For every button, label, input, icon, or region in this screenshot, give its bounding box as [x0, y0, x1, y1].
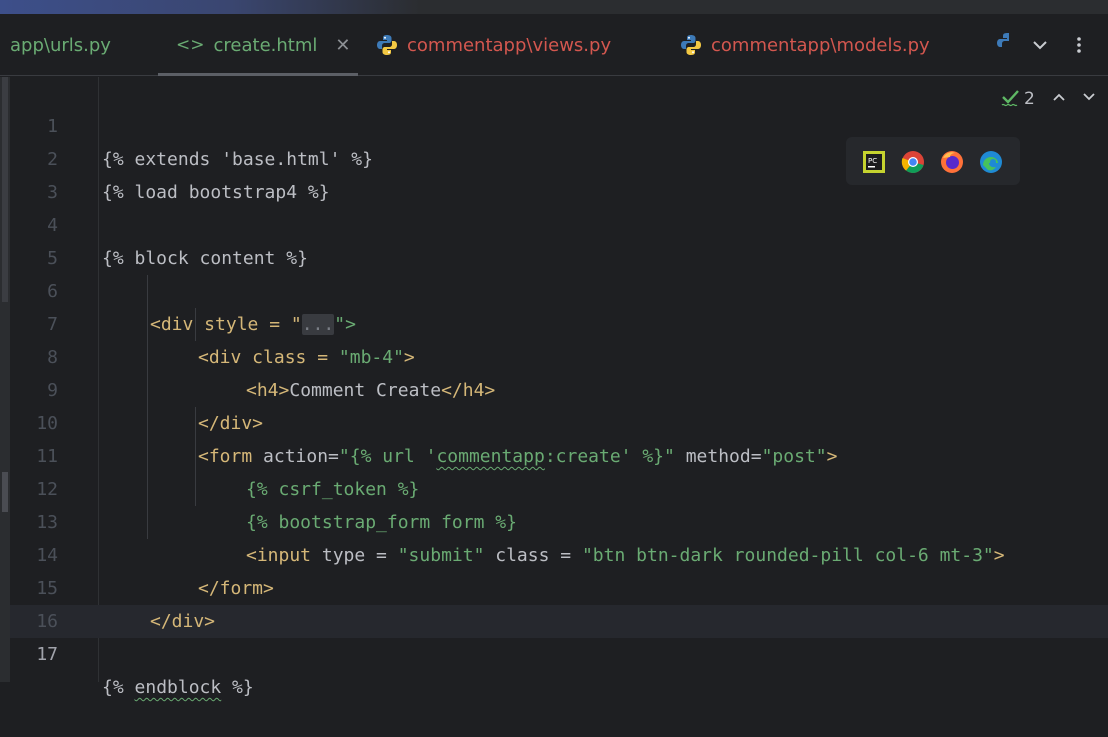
tab-label: commentapp\models.py: [711, 34, 930, 56]
code-line-10: 10 <form action="{% url 'commentapp:crea…: [0, 374, 1108, 467]
plain-text: %}: [221, 677, 254, 698]
tab-views-py[interactable]: commentapp\views.py: [376, 14, 611, 76]
code-line-5: 5: [0, 209, 1108, 269]
firefox-icon[interactable]: [940, 150, 964, 174]
close-tab-icon[interactable]: ✕: [335, 35, 350, 56]
vertical-dots-icon[interactable]: [1072, 14, 1086, 76]
check-icon: [1000, 86, 1022, 113]
svg-text:PC: PC: [868, 157, 877, 165]
code-line-17: 17 {% endblock %}: [0, 605, 1108, 698]
tab-label: app\urls.py: [10, 34, 111, 56]
title-accent: [0, 0, 420, 14]
code-line-1: 1 {% extends 'base.html' %}: [0, 77, 1108, 170]
edge-icon[interactable]: [979, 150, 1003, 174]
pycharm-icon[interactable]: PC: [862, 150, 886, 174]
tab-urls-py[interactable]: app\urls.py: [10, 14, 111, 76]
inspection-count: 2: [1024, 89, 1035, 109]
tab-label: commentapp\views.py: [407, 34, 612, 56]
window-top-strip: [0, 0, 1108, 14]
code-line-9: 9 </div>: [0, 341, 1108, 434]
line-text: {% endblock %}: [102, 671, 254, 704]
code-line-14: 14 </form>: [0, 506, 1108, 599]
tab-models-py[interactable]: commentapp\models.py: [680, 14, 930, 76]
editor-tab-bar: app\urls.py <> create.html ✕ commentapp\…: [0, 14, 1108, 76]
more-tabs-chevron-down-icon[interactable]: [1030, 14, 1050, 76]
code-line-6: 6 <div style = "...">: [0, 242, 1108, 335]
code-line-12: 12 {% bootstrap_form form %}: [0, 440, 1108, 533]
code-line-15: 15 </div>: [0, 539, 1108, 632]
tab-overflow-partial[interactable]: [996, 14, 1010, 76]
code-line-11: 11 {% csrf_token %}: [0, 407, 1108, 500]
chevron-down-icon[interactable]: [1081, 89, 1097, 110]
tab-label: create.html: [213, 34, 318, 56]
current-line-number: 17: [36, 644, 58, 665]
python-file-icon: [376, 34, 398, 56]
code-line-16: 16: [0, 572, 1108, 632]
code-editor[interactable]: 1 {% extends 'base.html' %} 2 {% load bo…: [0, 77, 1108, 698]
chrome-icon[interactable]: [901, 150, 925, 174]
code-line-7: 7 <div class = "mb-4">: [0, 275, 1108, 368]
typo-underlined-text: endblock: [134, 677, 222, 698]
active-tab-underline: [158, 73, 358, 76]
inspection-widget[interactable]: 2: [1000, 87, 1097, 111]
python-file-icon: [680, 34, 702, 56]
code-line-8: 8 <h4>Comment Create</h4>: [0, 308, 1108, 401]
chevron-up-icon[interactable]: [1051, 89, 1067, 110]
tab-create-html[interactable]: <> create.html ✕: [158, 14, 358, 76]
code-line-13: 13 <input type = "submit" class = "btn b…: [0, 473, 1108, 566]
python-file-icon: [996, 32, 1010, 59]
browser-preview-toolbar: PC: [846, 137, 1020, 185]
plain-text: {%: [102, 677, 135, 698]
html-file-icon: <>: [176, 35, 205, 55]
